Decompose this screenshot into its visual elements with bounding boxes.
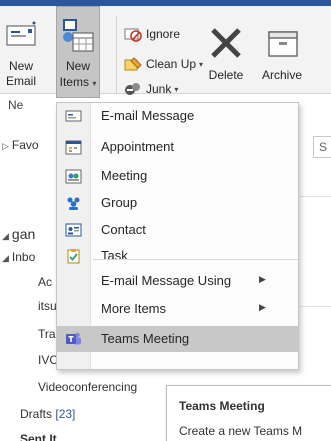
subfolder-item[interactable]: Ac (38, 275, 52, 289)
menu-item-label: E-mail Message (101, 108, 195, 123)
clean-up-label: Clean Up (146, 57, 197, 71)
teams-meeting-tooltip: Teams Meeting Create a new Teams M (166, 385, 331, 441)
task-icon (67, 249, 80, 264)
drafts-folder[interactable]: Drafts [23] (20, 407, 75, 421)
ribbon-group-label: Ne (8, 98, 24, 112)
contact-icon (65, 223, 82, 237)
subfolder-item[interactable]: Tra (38, 327, 56, 341)
archive-label: Archive (261, 68, 302, 82)
submenu-arrow-icon: ▶ (259, 274, 266, 284)
new-email-label-1: New (8, 59, 33, 73)
menu-item-teams-meeting[interactable]: Teams Meeting (57, 326, 298, 352)
archive-icon (268, 31, 298, 57)
menu-item-appointment[interactable]: Appointment (57, 134, 298, 160)
collapse-icon: ◢ (2, 231, 9, 241)
menu-item-label: E-mail Message Using (101, 273, 232, 288)
new-items-icon (63, 19, 94, 52)
sent-items-folder[interactable]: Sent It (20, 432, 57, 441)
menu-item-label: Meeting (101, 168, 148, 183)
ignore-button[interactable]: Ignore (124, 24, 180, 44)
new-items-label-2: Items ▾ (57, 75, 99, 91)
search-box[interactable]: S (313, 136, 331, 158)
new-items-menu: E-mail Message Appointment Meeting Group (56, 102, 299, 370)
new-email-label-2: Email (5, 74, 36, 88)
junk-icon (125, 83, 140, 95)
favorites-label: Favo (11, 138, 39, 152)
favorites-folder[interactable]: ▷ Favo (2, 138, 39, 152)
videoconferencing-folder[interactable]: Videoconferencing (38, 380, 137, 394)
menu-item-group[interactable]: Group (57, 190, 298, 216)
junk-label: Junk (146, 82, 172, 96)
appointment-icon (65, 140, 82, 155)
menu-item-label: Contact (101, 222, 146, 237)
new-items-label-1: New (65, 59, 90, 73)
menu-item-label: More Items (101, 301, 167, 316)
drafts-count: [23] (55, 407, 76, 421)
subfolder-item[interactable]: IVC (38, 353, 58, 367)
clean-up-button[interactable]: Clean Up ▾ (124, 54, 203, 74)
meeting-icon (65, 169, 82, 184)
menu-separator (93, 259, 298, 260)
new-email-icon (6, 21, 36, 46)
menu-item-label: Teams Meeting (101, 331, 190, 346)
menu-item-more-items[interactable]: More Items ▶ (57, 296, 298, 322)
email-message-icon (65, 110, 82, 122)
delete-icon (211, 28, 241, 58)
new-email-button[interactable]: New Email (0, 10, 42, 90)
account-folder[interactable]: ◢ gan (2, 226, 35, 242)
ribbon-separator (116, 16, 117, 94)
new-items-label-2-text: Items (59, 75, 89, 89)
group-icon (67, 197, 80, 210)
drafts-label: Drafts (20, 407, 53, 421)
menu-item-meeting[interactable]: Meeting (57, 163, 298, 189)
delete-button[interactable]: Delete (202, 26, 250, 96)
account-label: gan (11, 226, 36, 242)
collapse-icon: ◢ (2, 253, 9, 263)
expand-icon: ▷ (2, 141, 9, 151)
menu-item-label: Task (101, 248, 128, 263)
submenu-arrow-icon: ▶ (259, 302, 266, 312)
divider (300, 196, 331, 197)
junk-button[interactable]: Junk ▾ (124, 79, 178, 99)
menu-item-email-message[interactable]: E-mail Message (57, 103, 298, 129)
new-items-button[interactable]: New Items ▾ (56, 6, 100, 98)
delete-label: Delete (208, 68, 244, 82)
tooltip-title: Teams Meeting (179, 399, 265, 413)
clean-up-icon (124, 57, 142, 71)
archive-button[interactable]: Archive (252, 26, 312, 96)
menu-item-label: Appointment (101, 139, 174, 154)
divider (300, 306, 331, 307)
ignore-label: Ignore (146, 27, 181, 41)
ignore-icon (124, 28, 142, 42)
menu-item-label: Group (101, 195, 138, 210)
inbox-label: Inbo (11, 250, 36, 264)
menu-item-task[interactable]: Task (57, 243, 298, 269)
teams-icon (66, 332, 81, 345)
subfolder-item[interactable]: itsu (38, 299, 57, 313)
chevron-down-icon: ▾ (92, 79, 97, 88)
menu-item-contact[interactable]: Contact (57, 217, 298, 243)
ribbon: New Email New Items ▾ Ignore Clean Up ▾ … (0, 6, 331, 98)
chevron-down-icon: ▾ (174, 84, 179, 94)
menu-item-email-message-using[interactable]: E-mail Message Using ▶ (57, 268, 298, 294)
inbox-folder[interactable]: ◢ Inbo (2, 250, 35, 264)
tooltip-description: Create a new Teams M (179, 424, 303, 438)
